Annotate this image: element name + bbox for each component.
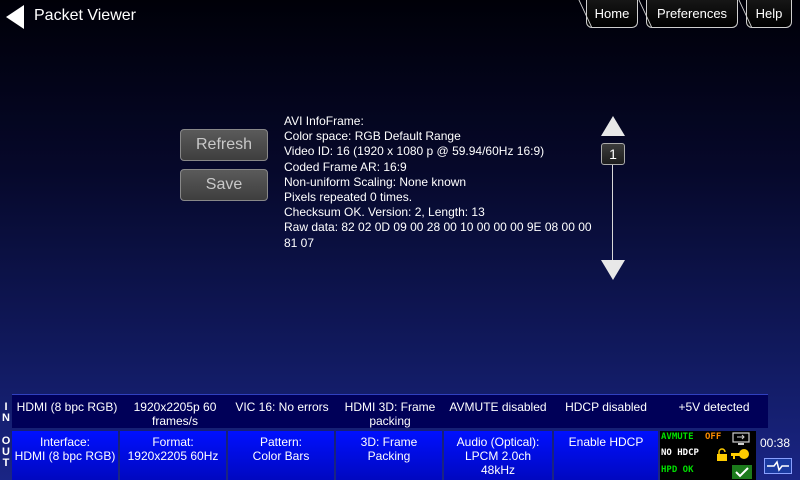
- input-letter: N: [2, 412, 10, 424]
- cell-text: Enable HDCP: [568, 435, 644, 449]
- hpd-status: HPD OK: [661, 465, 694, 475]
- packet-line: Non-uniform Scaling: None known: [284, 174, 467, 189]
- cell-text: 1920x2205 60Hz: [127, 449, 219, 463]
- cell-text: +5V detected: [678, 400, 750, 414]
- cell-text: Packing: [367, 449, 411, 463]
- input-label: I N: [0, 402, 12, 424]
- down-triangle-icon[interactable]: [601, 260, 625, 285]
- output-letter: T: [2, 457, 10, 469]
- tab-help[interactable]: Help: [746, 0, 792, 28]
- lock-icon: [716, 447, 728, 466]
- output-3d-button[interactable]: 3D: Frame Packing: [336, 431, 442, 480]
- packet-line: Checksum OK. Version: 2, Length: 13: [284, 205, 485, 220]
- packet-line: AVI InfoFrame:: [284, 114, 364, 128]
- pager-track[interactable]: [612, 150, 613, 266]
- cell-text: Pattern:: [259, 435, 303, 449]
- cell-text: HDMI 3D: Frame: [344, 400, 436, 414]
- input-hdcp-cell: HDCP disabled: [552, 395, 660, 428]
- page-title: Packet Viewer: [34, 7, 136, 24]
- refresh-button[interactable]: Refresh: [180, 129, 268, 161]
- output-interface-button[interactable]: Interface: HDMI (8 bpc RGB): [12, 431, 118, 480]
- tab-preferences-label: Preferences: [656, 6, 728, 21]
- input-5v-cell: +5V detected: [660, 395, 768, 428]
- cell-text: HDCP disabled: [565, 400, 647, 414]
- output-audio-button[interactable]: Audio (Optical): LPCM 2.0ch 48kHz: [444, 431, 552, 480]
- input-format-cell: 1920x2205p 60 frames/s: [122, 395, 228, 428]
- output-pattern-button[interactable]: Pattern: Color Bars: [228, 431, 334, 480]
- output-status-bar: Interface: HDMI (8 bpc RGB) Format: 1920…: [12, 431, 660, 480]
- cell-text: HDMI (8 bpc RGB): [14, 449, 116, 463]
- tab-preferences[interactable]: Preferences: [646, 0, 738, 28]
- avmute-label: AVMUTE: [661, 432, 694, 442]
- back-arrow-icon[interactable]: [6, 5, 24, 29]
- tab-home-label: Home: [594, 6, 630, 21]
- tab-help-label: Help: [755, 6, 783, 21]
- output-label: O U T: [0, 436, 12, 469]
- packet-line: Coded Frame AR: 16:9: [284, 159, 407, 174]
- indicator-panel: AVMUTE OFF NO HDCP HPD OK: [660, 431, 756, 480]
- page-number-badge: 1: [601, 143, 625, 165]
- cell-text: Interface:: [39, 435, 91, 449]
- cable-icon[interactable]: [764, 458, 792, 474]
- up-triangle-icon[interactable]: [601, 116, 625, 141]
- cell-text: packing: [369, 414, 411, 428]
- input-interface-cell: HDMI (8 bpc RGB): [12, 395, 122, 428]
- input-vic-cell: VIC 16: No errors: [228, 395, 336, 428]
- cell-text: Audio (Optical):: [456, 435, 540, 449]
- output-format-button[interactable]: Format: 1920x2205 60Hz: [120, 431, 226, 480]
- clock: 00:38: [760, 436, 791, 450]
- cell-text: Format:: [152, 435, 194, 449]
- input-avmute-cell: AVMUTE disabled: [444, 395, 552, 428]
- packet-line: Color space: RGB Default Range: [284, 129, 461, 144]
- tab-home[interactable]: Home: [586, 0, 638, 28]
- check-icon: [732, 464, 752, 480]
- packet-line: 81 07: [284, 235, 315, 250]
- packet-line: Video ID: 16 (1920 x 1080 p @ 59.94/60Hz…: [284, 144, 545, 159]
- input-3d-cell: HDMI 3D: Frame packing: [336, 395, 444, 428]
- key-icon: [730, 446, 750, 465]
- input-status-bar: HDMI (8 bpc RGB) 1920x2205p 60 frames/s …: [12, 394, 768, 428]
- packet-line: Pixels repeated 0 times.: [284, 190, 413, 205]
- cell-text: 3D: Frame: [360, 435, 418, 449]
- cell-text: LPCM 2.0ch: [464, 449, 532, 463]
- cell-text: 48kHz: [480, 463, 515, 477]
- enable-hdcp-button[interactable]: Enable HDCP: [554, 431, 658, 480]
- packet-details: AVI InfoFrame: Color space: RGB Default …: [284, 114, 594, 251]
- packet-line: Raw data: 82 02 0D 09 00 28 00 10 00 00 …: [284, 220, 592, 235]
- cell-text: AVMUTE disabled: [449, 400, 547, 414]
- cell-text: 1920x2205p 60: [133, 400, 217, 414]
- cell-text: VIC 16: No errors: [235, 400, 329, 414]
- cell-text: Color Bars: [252, 449, 310, 463]
- avmute-state: OFF: [705, 432, 722, 442]
- cell-text: HDMI (8 bpc RGB): [16, 400, 118, 414]
- cell-text: frames/s: [151, 414, 198, 428]
- hdcp-status: NO HDCP: [661, 448, 699, 458]
- save-button[interactable]: Save: [180, 169, 268, 201]
